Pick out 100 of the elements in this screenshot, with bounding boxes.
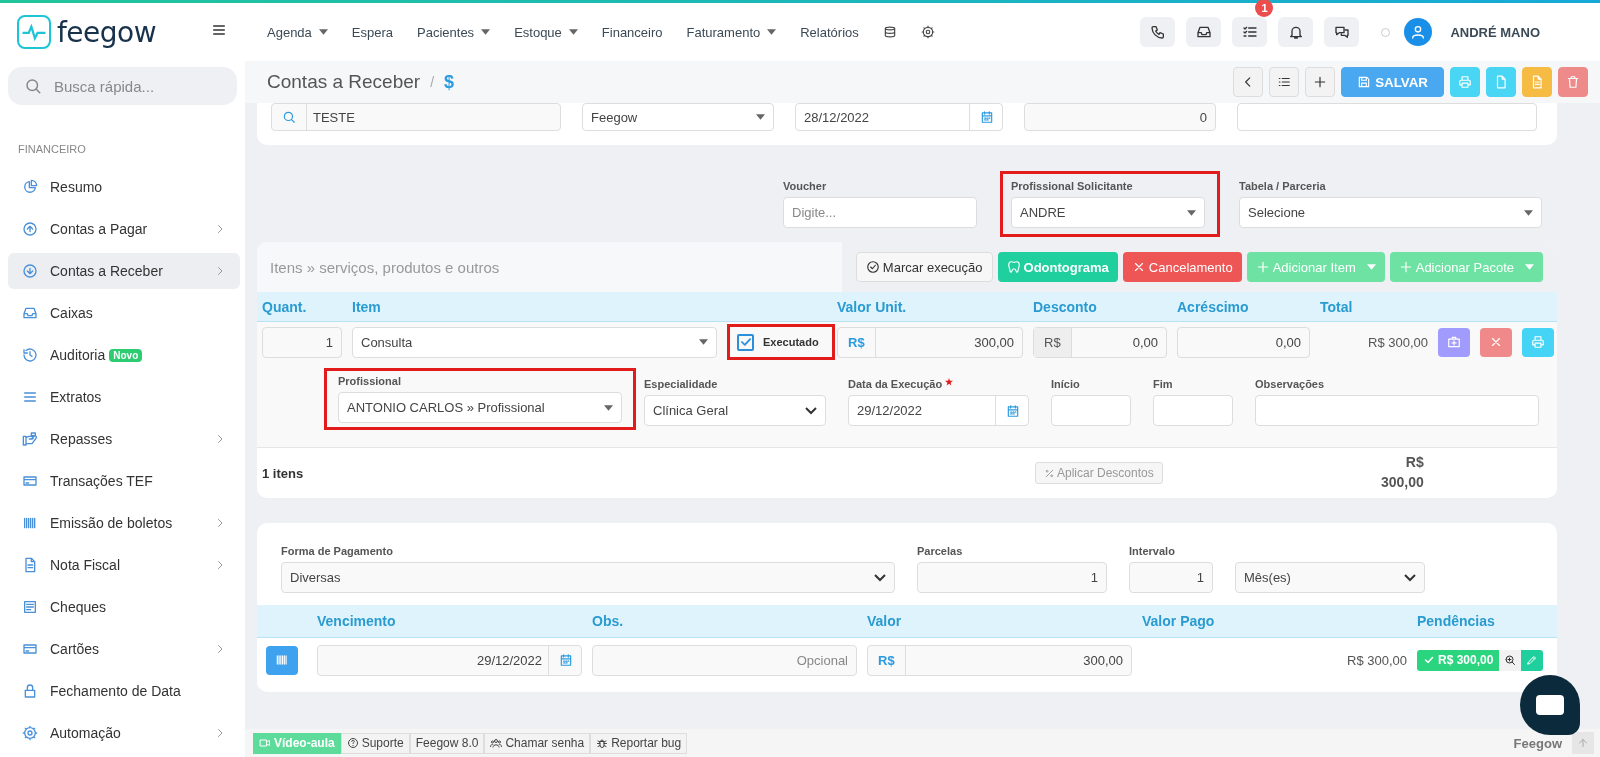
number-field[interactable]: 0 bbox=[1024, 103, 1216, 131]
date-field[interactable]: 29/12/2022 bbox=[317, 644, 582, 676]
number-field[interactable]: 1 bbox=[917, 562, 1107, 593]
column-header: Vencimento bbox=[317, 613, 397, 629]
date-field[interactable]: 28/12/2022 bbox=[795, 103, 1003, 131]
sidebar-item[interactable]: Fechamento de Data bbox=[8, 673, 240, 709]
page-title: Contas a Receber bbox=[267, 71, 421, 93]
field-label: Tabela / Parceria bbox=[1239, 180, 1327, 192]
search-icon bbox=[282, 110, 296, 124]
calendar-icon bbox=[1006, 403, 1020, 418]
nav-item[interactable]: Espera bbox=[351, 24, 394, 40]
quantity-field[interactable]: 1 bbox=[262, 326, 342, 358]
column-header: Pendências bbox=[1417, 613, 1496, 629]
check-icon bbox=[1423, 654, 1435, 666]
column-header: Desconto bbox=[1033, 298, 1098, 315]
credit-card-icon bbox=[22, 641, 38, 657]
inbox-icon bbox=[1195, 24, 1212, 40]
help-icon bbox=[346, 737, 359, 749]
calendar-icon bbox=[559, 653, 573, 667]
printer-icon bbox=[1531, 335, 1545, 349]
select-field[interactable]: Clínica Geral bbox=[644, 395, 826, 426]
input-field[interactable] bbox=[1153, 395, 1233, 426]
select-field[interactable]: Consulta bbox=[352, 326, 717, 358]
row-action-button[interactable] bbox=[1480, 327, 1512, 357]
file-icon bbox=[1494, 75, 1508, 89]
price-field[interactable]: R$ 300,00 bbox=[837, 326, 1023, 358]
discount-field[interactable]: R$ 0,00 bbox=[1033, 326, 1167, 358]
sidebar-item[interactable]: Caixas bbox=[8, 295, 240, 331]
percent-icon bbox=[1044, 467, 1055, 479]
toolbar-button[interactable] bbox=[1140, 17, 1176, 47]
toolbar-button[interactable] bbox=[1324, 17, 1360, 47]
select-field[interactable]: Feegow bbox=[582, 103, 774, 131]
nav-item[interactable]: Faturamento bbox=[686, 24, 777, 40]
sidebar-item[interactable]: Emissão de boletos bbox=[8, 505, 240, 541]
sidebar-item[interactable]: Cartões bbox=[8, 631, 240, 667]
barcode-button[interactable] bbox=[266, 645, 298, 675]
history-icon bbox=[22, 347, 38, 363]
select-field[interactable]: Diversas bbox=[281, 562, 895, 593]
nav-item[interactable]: Agenda bbox=[267, 24, 328, 40]
users-icon bbox=[490, 737, 503, 749]
checkbox[interactable] bbox=[737, 333, 754, 351]
chat-button[interactable] bbox=[1520, 675, 1580, 735]
sidebar-item[interactable]: Auditoria Novo bbox=[8, 337, 240, 373]
field-label: Forma de Pagamento bbox=[281, 545, 394, 557]
nav-item[interactable]: Financeiro bbox=[601, 24, 663, 40]
footer-link[interactable]: Chamar senha bbox=[484, 732, 591, 754]
select-field[interactable]: ANDRE bbox=[1011, 197, 1205, 228]
sidebar-item[interactable]: Contas a Pagar bbox=[8, 211, 240, 247]
lock-icon bbox=[22, 683, 38, 699]
field-label: Profissional bbox=[338, 375, 401, 387]
user-icon bbox=[1410, 24, 1427, 40]
nav-item[interactable]: Pacientes bbox=[417, 24, 491, 40]
scroll-top-button[interactable] bbox=[1572, 732, 1594, 754]
footer-link[interactable]: Suporte bbox=[340, 732, 410, 754]
field-label: Parcelas bbox=[917, 545, 964, 557]
footer-link[interactable]: Feegow 8.0 bbox=[409, 732, 485, 754]
select-field[interactable]: Mês(es) bbox=[1235, 562, 1425, 593]
sidebar-item[interactable]: Transações TEF bbox=[8, 463, 240, 499]
price-field[interactable]: R$ 300,00 bbox=[867, 644, 1132, 676]
sidebar-item[interactable]: Cheques bbox=[8, 589, 240, 625]
row-action-button[interactable] bbox=[1522, 327, 1554, 357]
brand-text: Feegow bbox=[1513, 735, 1562, 751]
input-field[interactable]: Digite... bbox=[783, 197, 977, 228]
nav-item[interactable]: Relatórios bbox=[800, 24, 859, 40]
input-field[interactable] bbox=[1255, 395, 1539, 426]
column-header: Quant. bbox=[262, 298, 308, 315]
field-label: Data da Execução bbox=[848, 378, 943, 390]
list-icon bbox=[22, 389, 38, 405]
sidebar-item[interactable]: Resumo bbox=[8, 169, 240, 205]
user-name[interactable]: ANDRÉ MANO bbox=[1450, 24, 1540, 40]
action-button[interactable]: Marcar execução bbox=[855, 252, 993, 282]
toolbar-button[interactable] bbox=[1278, 17, 1314, 47]
avatar[interactable] bbox=[1404, 18, 1433, 46]
sidebar-item[interactable]: Nota Fiscal bbox=[8, 547, 240, 583]
text-area[interactable] bbox=[1237, 103, 1537, 131]
column-header: Acréscimo bbox=[1177, 298, 1250, 315]
surcharge-field[interactable]: 0,00 bbox=[1177, 326, 1310, 358]
barcode-icon bbox=[22, 515, 38, 531]
nav-item[interactable]: Estoque bbox=[514, 24, 578, 40]
toolbar-button[interactable] bbox=[1232, 17, 1268, 47]
footer-link[interactable]: Reportar bug bbox=[590, 732, 688, 754]
sidebar-item[interactable]: Repasses bbox=[8, 421, 240, 457]
select-field[interactable]: Selecione bbox=[1239, 197, 1542, 228]
number-field[interactable]: 1 bbox=[1129, 562, 1213, 593]
sidebar-item[interactable]: Contas a Receber bbox=[8, 253, 240, 289]
settings-icon bbox=[920, 25, 935, 39]
sidebar-item[interactable]: Automação bbox=[8, 715, 240, 751]
input-field[interactable] bbox=[1051, 395, 1131, 426]
logo-icon bbox=[17, 15, 51, 49]
select-field[interactable]: ANTONIO CARLOS » Profissional bbox=[338, 392, 622, 423]
field-label: Voucher bbox=[783, 180, 828, 192]
zoom-button[interactable] bbox=[1499, 649, 1522, 671]
row-action-button[interactable] bbox=[1438, 327, 1470, 357]
chat-bubble-icon bbox=[1536, 695, 1564, 715]
sidebar-item[interactable]: Extratos bbox=[8, 379, 240, 415]
toolbar-button[interactable] bbox=[1186, 17, 1222, 47]
date-field[interactable]: 29/12/2022 bbox=[848, 395, 1029, 426]
caret-icon bbox=[1524, 209, 1533, 216]
search-field[interactable]: TESTE bbox=[271, 103, 561, 131]
zoom-in-icon bbox=[1504, 654, 1517, 666]
